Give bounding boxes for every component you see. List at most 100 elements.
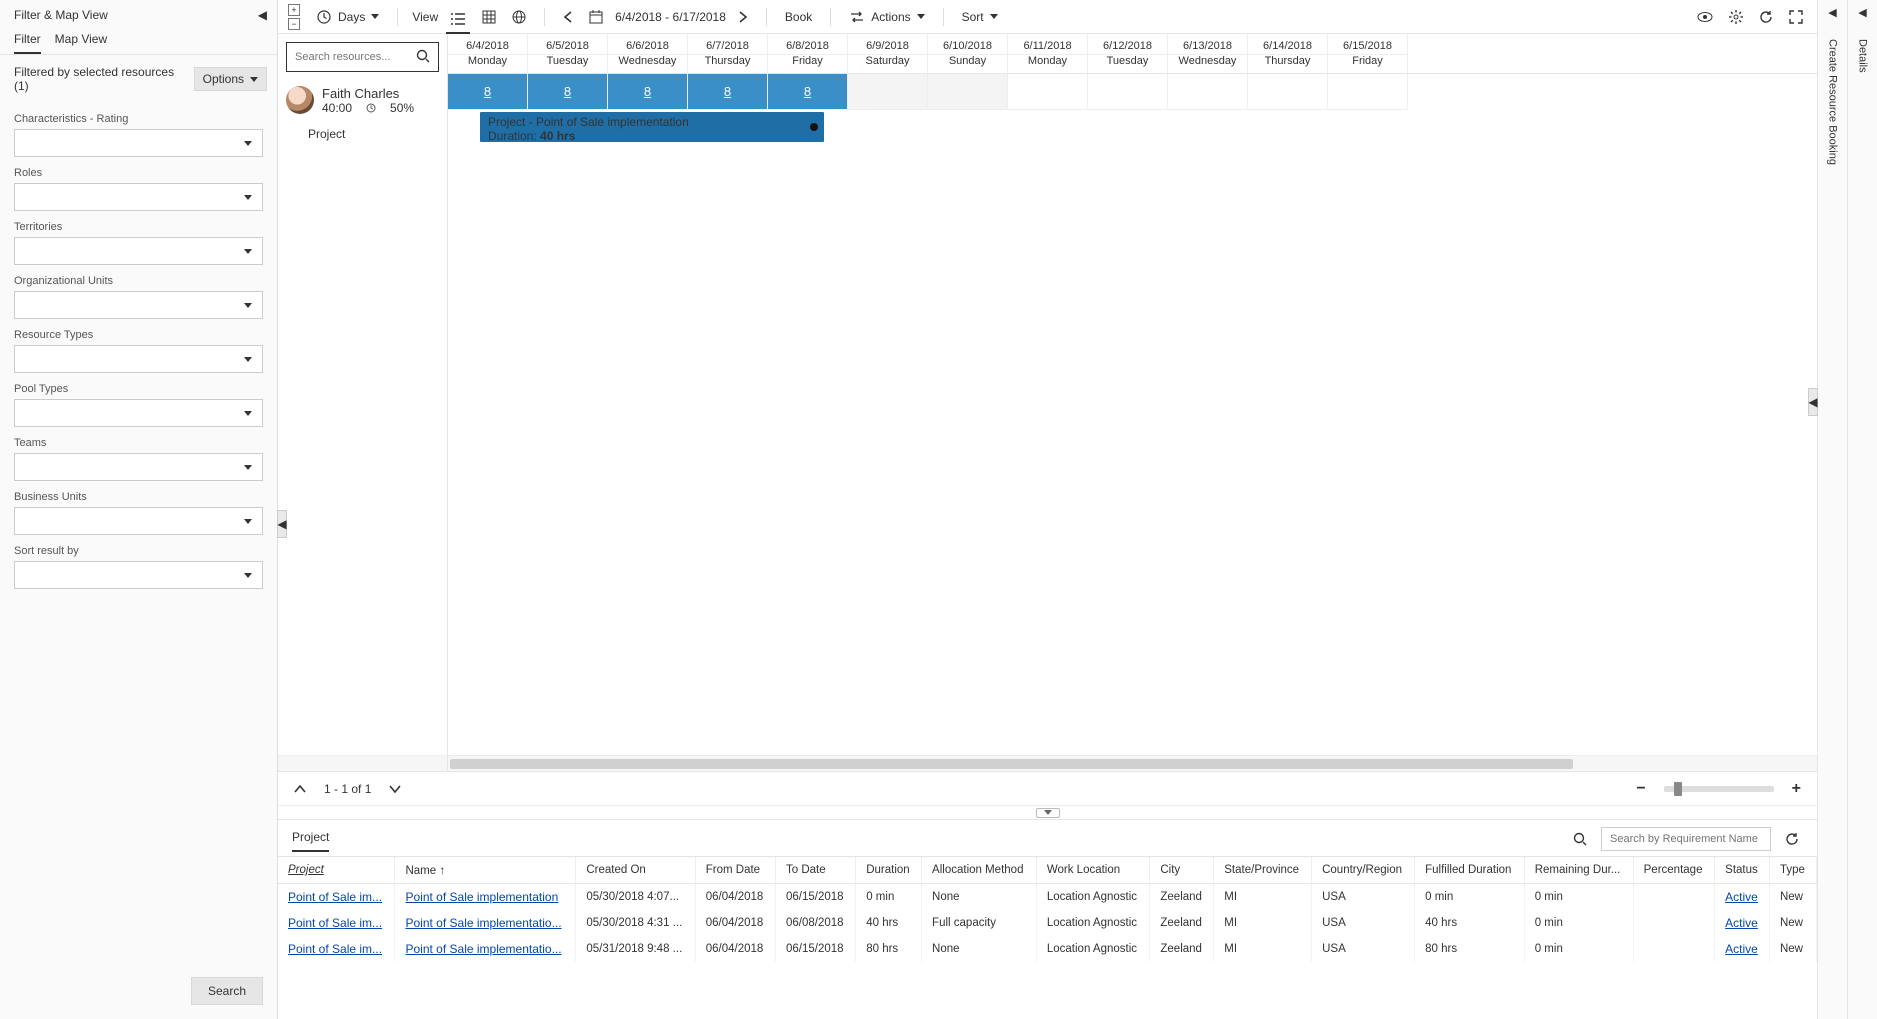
column-header[interactable]: City [1150, 857, 1214, 884]
collapse-rail-icon[interactable]: ◀ [1828, 0, 1836, 25]
column-header[interactable]: Type [1769, 857, 1816, 884]
table-row[interactable]: Point of Sale im... Point of Sale impleme… [278, 910, 1817, 936]
day-date: 6/13/2018 [1168, 34, 1247, 54]
filter-field-select[interactable] [14, 453, 263, 481]
column-header[interactable]: Name ↑ [395, 857, 576, 884]
project-link[interactable]: Point of Sale im... [288, 916, 382, 930]
day-date: 6/11/2018 [1008, 34, 1087, 54]
column-header[interactable]: Project [278, 857, 395, 884]
next-range-button[interactable] [734, 7, 752, 27]
prev-range-button[interactable] [559, 7, 577, 27]
page-down-button[interactable] [385, 780, 405, 798]
search-icon[interactable] [416, 49, 430, 63]
name-link[interactable]: Point of Sale implementatio... [405, 916, 561, 930]
sort-dropdown[interactable]: Sort [958, 6, 1002, 28]
column-header[interactable]: To Date [775, 857, 855, 884]
filter-options-button[interactable]: Options [194, 67, 267, 91]
left-splitter-handle[interactable]: ◀ [277, 510, 287, 538]
filter-field-select[interactable] [14, 291, 263, 319]
collapse-all-button[interactable]: − [288, 18, 300, 30]
column-header[interactable]: Duration [856, 857, 922, 884]
actions-dropdown[interactable]: Actions [845, 5, 928, 29]
allocation-cell[interactable]: 8 [768, 74, 848, 110]
allocation-cell[interactable]: 8 [448, 74, 528, 110]
filter-field-label: Business Units [14, 487, 263, 507]
filter-field-select[interactable] [14, 399, 263, 427]
req-refresh-icon[interactable] [1781, 828, 1803, 850]
allocation-cell[interactable]: 8 [528, 74, 608, 110]
refresh-icon[interactable] [1755, 6, 1777, 28]
resource-sub-row[interactable]: Project [278, 121, 447, 147]
filter-field-select[interactable] [14, 183, 263, 211]
column-header[interactable]: Percentage [1633, 857, 1715, 884]
booking-bar[interactable]: Project - Point of Sale implementationDu… [480, 112, 824, 142]
expand-all-button[interactable]: + [288, 4, 300, 16]
scrollbar-thumb[interactable] [450, 759, 1573, 769]
resource-percent: 50% [390, 101, 414, 115]
grid-h-scrollbar[interactable] [448, 755, 1817, 771]
resource-search-box[interactable] [286, 42, 439, 72]
view-map-button[interactable] [508, 6, 530, 28]
collapse-rail-icon[interactable]: ◀ [1858, 0, 1866, 25]
column-header[interactable]: State/Province [1214, 857, 1312, 884]
filter-search-button[interactable]: Search [191, 977, 263, 1005]
zoom-thumb[interactable] [1674, 782, 1682, 796]
allocation-cell[interactable]: 8 [608, 74, 688, 110]
column-header[interactable]: Status [1715, 857, 1770, 884]
status-link[interactable]: Active [1725, 942, 1758, 956]
tab-filter[interactable]: Filter [14, 26, 41, 54]
timescale-dropdown[interactable]: Days [312, 5, 383, 29]
create-booking-rail[interactable]: ◀ Create Resource Booking [1817, 0, 1847, 1019]
column-header[interactable]: Country/Region [1312, 857, 1415, 884]
status-link[interactable]: Active [1725, 890, 1758, 904]
calendar-icon[interactable] [585, 6, 607, 28]
filter-field-select[interactable] [14, 345, 263, 373]
page-up-button[interactable] [290, 780, 310, 798]
name-link[interactable]: Point of Sale implementation [405, 890, 558, 904]
zoom-slider[interactable] [1664, 786, 1774, 792]
filter-field-select[interactable] [14, 237, 263, 265]
filter-field-label: Territories [14, 217, 263, 237]
allocation-cell[interactable]: 8 [688, 74, 768, 110]
day-date: 6/10/2018 [928, 34, 1007, 54]
req-search-input[interactable] [1601, 827, 1771, 851]
table-row[interactable]: Point of Sale im... Point of Sale impleme… [278, 936, 1817, 962]
project-link[interactable]: Point of Sale im... [288, 942, 382, 956]
zoom-in-button[interactable]: + [1788, 776, 1805, 802]
resource-row[interactable]: Faith Charles 40:00 50% [278, 80, 447, 121]
splitter-handle-icon[interactable] [1036, 808, 1060, 818]
filter-field-select[interactable] [14, 507, 263, 535]
column-header[interactable]: Work Location [1036, 857, 1150, 884]
zoom-out-button[interactable]: − [1632, 776, 1649, 802]
right-splitter-handle[interactable]: ◀ [1808, 388, 1818, 416]
project-link[interactable]: Point of Sale im... [288, 890, 382, 904]
collapse-left-icon[interactable]: ◀ [258, 8, 267, 22]
column-header[interactable]: Allocation Method [922, 857, 1037, 884]
filter-field-select[interactable] [14, 561, 263, 589]
table-row[interactable]: Point of Sale im... Point of Sale impleme… [278, 884, 1817, 911]
visibility-icon[interactable] [1693, 7, 1717, 27]
caret-down-icon [244, 465, 252, 470]
drag-handle-icon[interactable] [810, 123, 818, 131]
horizontal-splitter[interactable] [278, 805, 1817, 819]
status-link[interactable]: Active [1725, 916, 1758, 930]
details-rail[interactable]: ◀ Details [1847, 0, 1877, 1019]
filter-field-select[interactable] [14, 129, 263, 157]
column-header[interactable]: From Date [695, 857, 775, 884]
allocation-cell [928, 74, 1008, 110]
fullscreen-icon[interactable] [1785, 6, 1807, 28]
column-header[interactable]: Created On [576, 857, 695, 884]
settings-icon[interactable] [1725, 6, 1747, 28]
tab-map-view[interactable]: Map View [55, 26, 107, 54]
req-search-icon[interactable] [1569, 828, 1591, 850]
column-header[interactable]: Fulfilled Duration [1415, 857, 1525, 884]
name-link[interactable]: Point of Sale implementatio... [405, 942, 561, 956]
resource-h-scrollbar[interactable] [278, 755, 447, 771]
view-list-button[interactable] [446, 8, 470, 34]
view-grid-button[interactable] [478, 6, 500, 28]
resource-search-input[interactable] [295, 51, 430, 63]
book-button[interactable]: Book [781, 6, 816, 28]
date-range-text[interactable]: 6/4/2018 - 6/17/2018 [615, 10, 726, 24]
column-header[interactable]: Remaining Dur... [1524, 857, 1633, 884]
tab-project-bottom[interactable]: Project [292, 826, 329, 852]
